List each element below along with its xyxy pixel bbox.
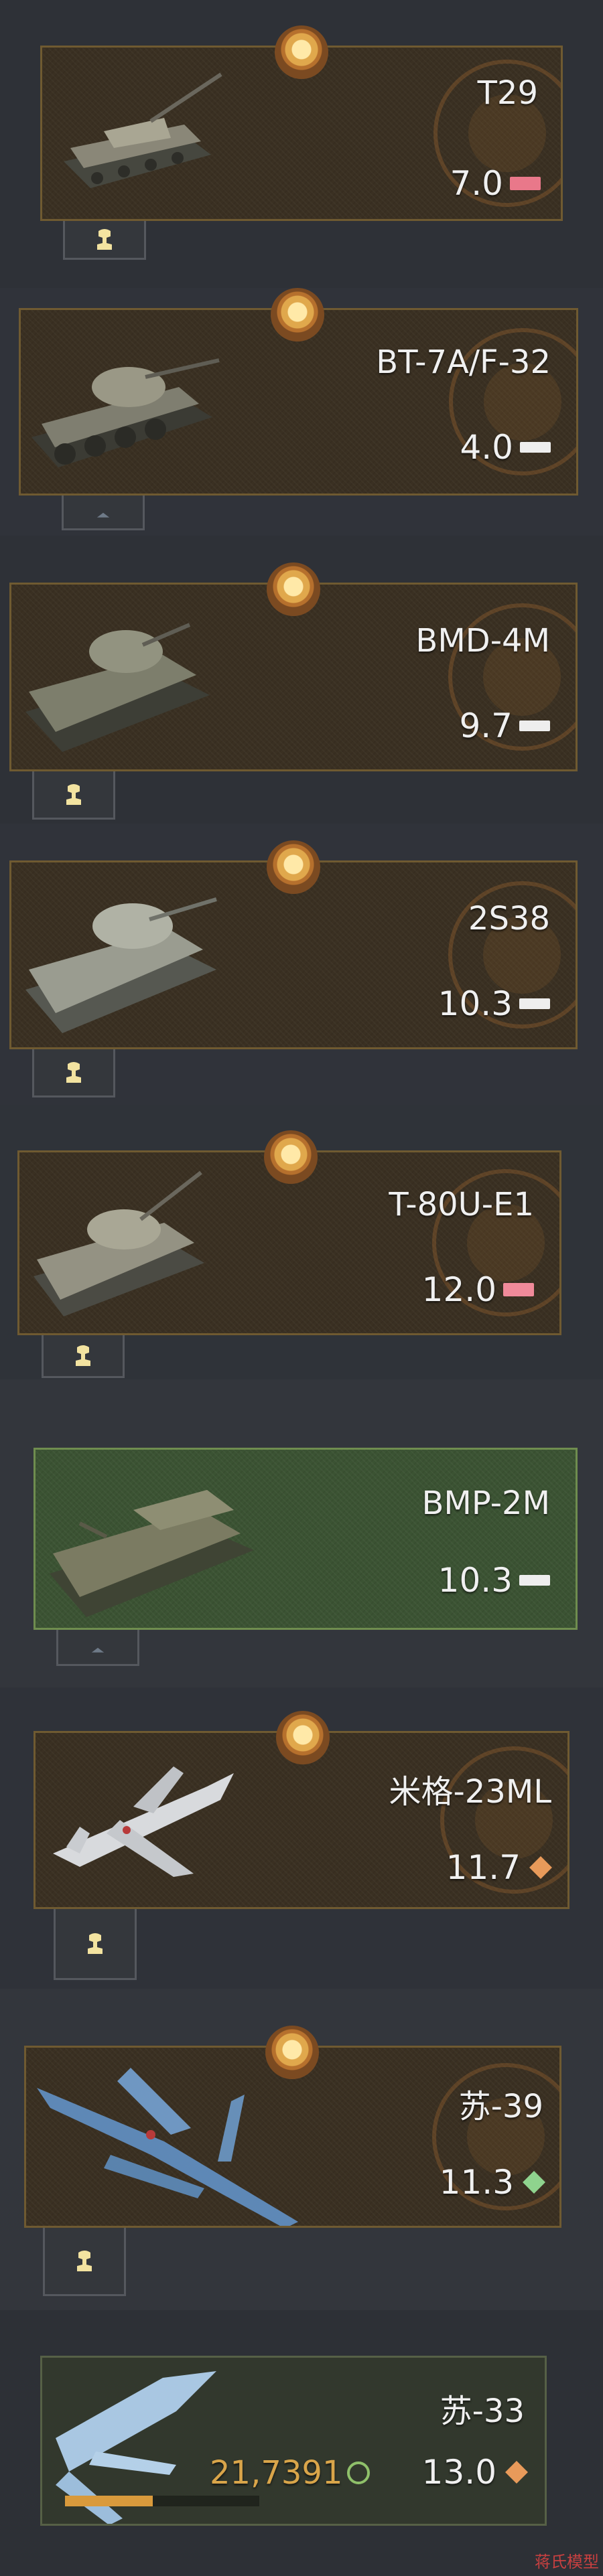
rank-badge xyxy=(503,1283,534,1296)
tank-icon xyxy=(25,897,217,1033)
vehicle-name: BMD-4M xyxy=(415,622,550,660)
crew-tab[interactable] xyxy=(43,2228,126,2296)
rank-badge xyxy=(529,1856,552,1879)
rank-badge xyxy=(519,721,550,731)
rank-badge xyxy=(520,442,551,453)
battle-rating: 7.0 xyxy=(450,164,541,203)
vehicle-card-su-33[interactable]: 苏-33 13.0 21,7391 xyxy=(40,2356,547,2526)
medal-icon xyxy=(264,1130,318,1184)
crew-icon xyxy=(66,783,81,805)
battle-rating: 10.3 xyxy=(438,984,550,1023)
medal-icon xyxy=(265,2026,319,2079)
crew-tab[interactable] xyxy=(63,221,146,260)
research-progress-fill xyxy=(65,2496,153,2506)
rank-badge xyxy=(519,998,550,1009)
crew-icon xyxy=(97,228,112,250)
tank-tab[interactable] xyxy=(62,496,145,530)
crew-icon xyxy=(77,2250,92,2271)
research-progress xyxy=(65,2496,259,2506)
vehicle-name: BT-7A/F-32 xyxy=(376,344,551,381)
rank-badge xyxy=(505,2461,528,2484)
medal-icon xyxy=(267,562,320,616)
tank-icon xyxy=(50,1490,254,1617)
crew-tab[interactable] xyxy=(54,1909,137,1980)
medal-icon xyxy=(275,25,328,79)
vehicle-name: 米格-23ML xyxy=(389,1773,551,1811)
rank-badge xyxy=(519,1575,550,1586)
vehicle-name: 苏-39 xyxy=(458,2088,543,2125)
research-points: 21,7391 xyxy=(210,2454,379,2492)
battle-rating: 11.3 xyxy=(440,2163,546,2202)
research-icon xyxy=(346,2461,370,2484)
battle-rating: 13.0 xyxy=(422,2453,529,2492)
battle-rating: 12.0 xyxy=(422,1270,534,1309)
crew-icon xyxy=(66,1061,81,1083)
tank-icon xyxy=(34,1170,204,1316)
crew-tab[interactable] xyxy=(42,1335,125,1378)
tank-icon xyxy=(31,358,220,467)
battle-rating: 11.7 xyxy=(446,1848,553,1887)
tank-icon xyxy=(91,1647,105,1653)
crew-icon xyxy=(88,1933,103,1954)
tank-icon xyxy=(64,72,222,188)
battle-rating: 10.3 xyxy=(438,1561,550,1600)
tank-tab[interactable] xyxy=(56,1630,139,1666)
medal-icon xyxy=(271,288,324,342)
vehicle-name: BMP-2M xyxy=(421,1485,550,1522)
battle-rating: 9.7 xyxy=(459,706,550,745)
tank-icon xyxy=(96,512,110,518)
battle-rating: 4.0 xyxy=(460,428,551,467)
tank-icon xyxy=(25,623,210,752)
vehicle-name: 2S38 xyxy=(468,900,550,937)
medal-icon xyxy=(267,840,320,894)
jet-icon xyxy=(37,2068,298,2226)
crew-tab[interactable] xyxy=(32,1049,115,1097)
vehicle-name: 苏-33 xyxy=(440,2393,525,2430)
jet-icon xyxy=(53,1766,234,1877)
rank-badge xyxy=(523,2171,545,2194)
crew-tab[interactable] xyxy=(32,771,115,820)
rank-badge xyxy=(510,177,541,190)
crew-icon xyxy=(76,1345,90,1366)
vehicle-card-bmp-2m[interactable]: BMP-2M 10.3 xyxy=(34,1448,578,1630)
watermark: 蒋氏模型 xyxy=(535,2553,599,2571)
vehicle-name: T29 xyxy=(477,74,538,112)
vehicle-name: T-80U-E1 xyxy=(389,1186,534,1223)
medal-icon xyxy=(276,1711,330,1764)
